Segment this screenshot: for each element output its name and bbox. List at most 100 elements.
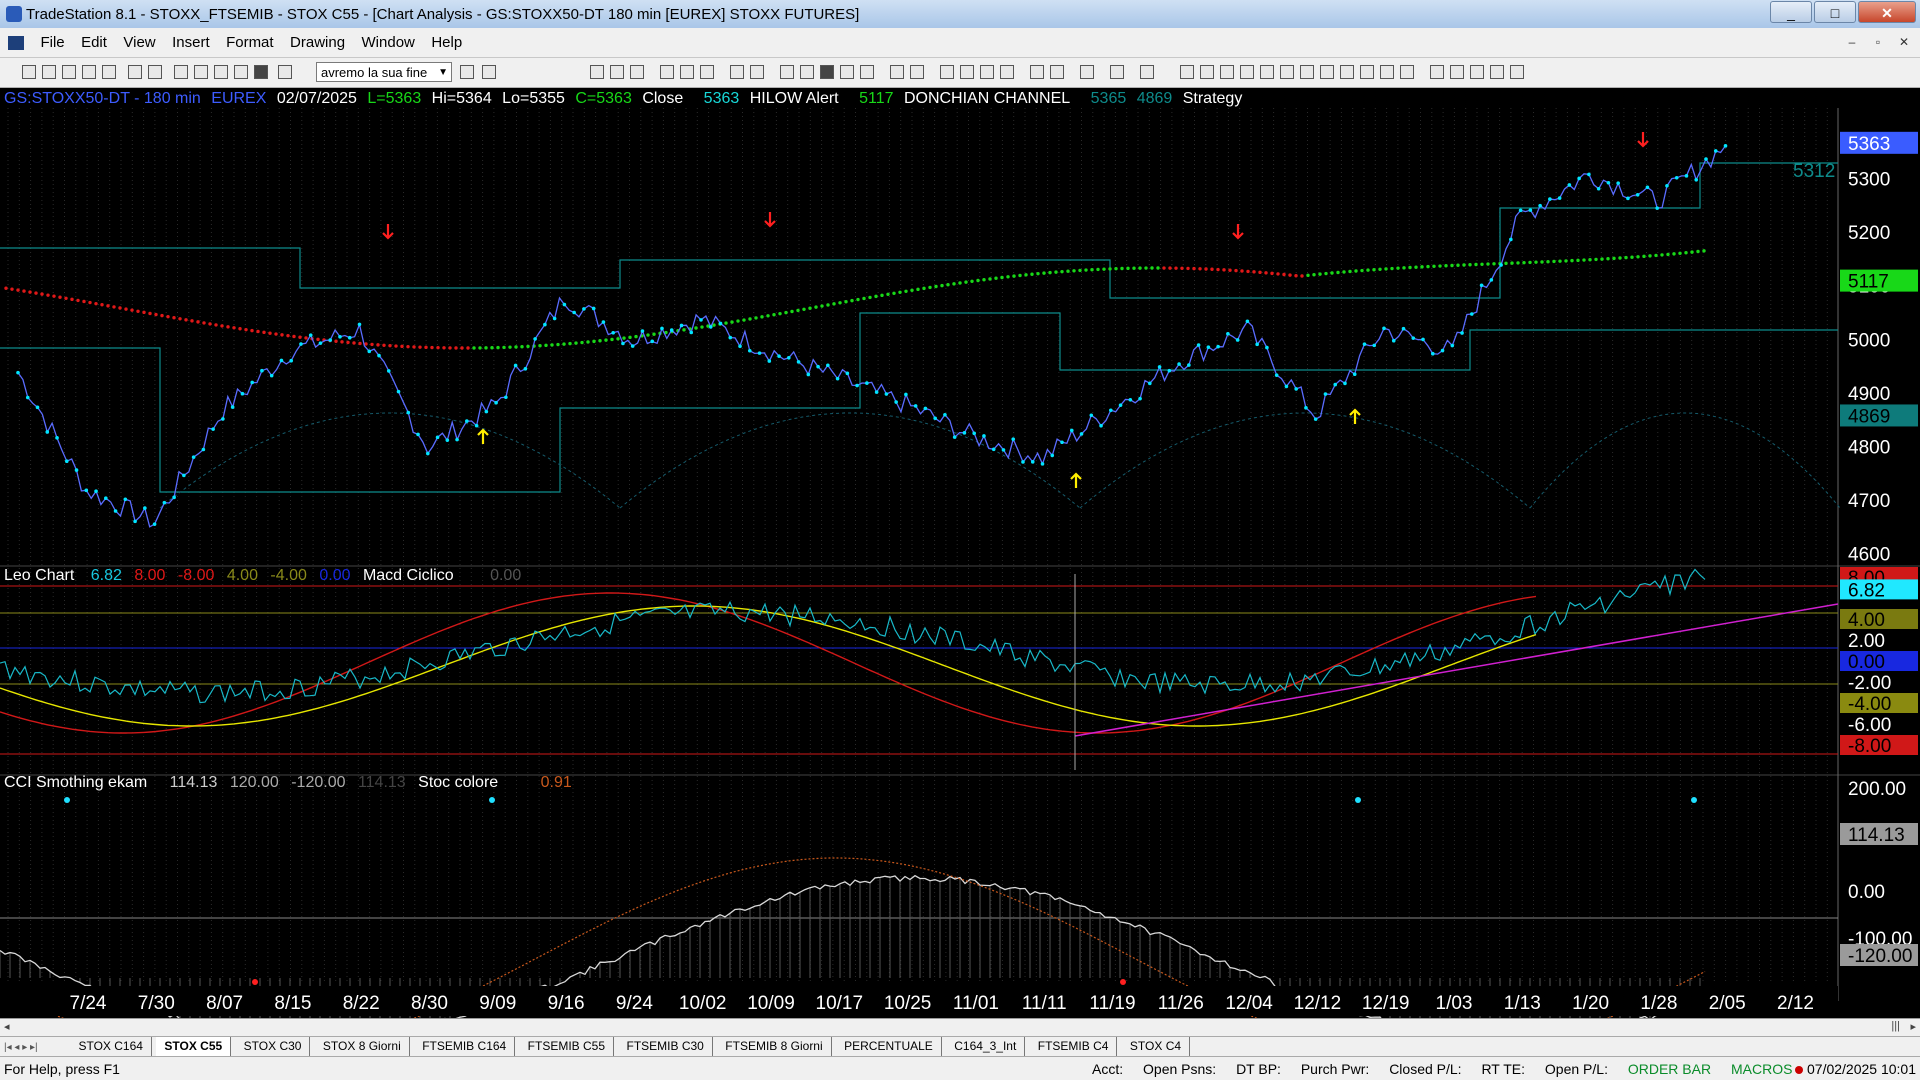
menu-drawing[interactable]: Drawing	[284, 28, 351, 58]
save-icon[interactable]	[62, 65, 76, 79]
price-bar-dot	[45, 430, 50, 434]
scanner-icon[interactable]	[800, 65, 814, 79]
cycle-icon[interactable]	[1380, 65, 1394, 79]
order-icon[interactable]	[860, 65, 874, 79]
arrow-down-icon[interactable]	[1430, 65, 1444, 79]
find-icon[interactable]	[482, 65, 496, 79]
alert-icon[interactable]	[840, 65, 854, 79]
indicator-icon[interactable]	[730, 65, 744, 79]
copy-icon[interactable]	[82, 65, 96, 79]
tools-icon[interactable]	[234, 65, 248, 79]
matrix2-icon[interactable]	[820, 65, 834, 79]
fibonacci-icon[interactable]	[1240, 65, 1254, 79]
moving-average-dot	[1330, 271, 1334, 275]
mdi-restore-button[interactable]: ▫	[1868, 32, 1888, 52]
window2-icon[interactable]	[194, 65, 208, 79]
objects-icon[interactable]	[254, 65, 268, 79]
radar-icon[interactable]	[780, 65, 794, 79]
bar-icon[interactable]	[660, 65, 674, 79]
pointer-icon[interactable]	[1030, 65, 1044, 79]
scroll-left-icon[interactable]	[940, 65, 954, 79]
tab-ftsemib-c164[interactable]: FTSEMIB C164	[414, 1037, 516, 1056]
tab-c164-3-int[interactable]: C164_3_Int	[946, 1037, 1026, 1056]
new-icon[interactable]	[22, 65, 36, 79]
close-button[interactable]: ✕	[1858, 1, 1916, 23]
chart-icon[interactable]	[590, 65, 604, 79]
next-icon[interactable]	[460, 65, 474, 79]
scroll-right-arrow-icon[interactable]: ▸	[1910, 1020, 1916, 1033]
price-bar-dot	[445, 438, 450, 442]
minimize-button[interactable]: _	[1770, 1, 1812, 23]
zoom-out-icon[interactable]	[910, 65, 924, 79]
study-icon[interactable]	[750, 65, 764, 79]
order-bar-indicator[interactable]: ORDER BAR	[1628, 1061, 1711, 1077]
unzoom-icon[interactable]	[1000, 65, 1014, 79]
tab-ftsemib-c30[interactable]: FTSEMIB C30	[618, 1037, 713, 1056]
tab-stox-c164[interactable]: STOX C164	[70, 1037, 152, 1056]
tab-stox-c4[interactable]: STOX C4	[1122, 1037, 1191, 1056]
print-preview-icon[interactable]	[128, 65, 142, 79]
zoom-icon[interactable]	[980, 65, 994, 79]
menu-view[interactable]: View	[117, 28, 161, 58]
open-icon[interactable]	[42, 65, 56, 79]
tab-ftsemib-c55[interactable]: FTSEMIB C55	[520, 1037, 615, 1056]
line-icon[interactable]	[700, 65, 714, 79]
horizontal-line-icon[interactable]	[1200, 65, 1214, 79]
andrews-icon[interactable]	[1280, 65, 1294, 79]
tab-stox-c55[interactable]: STOX C55	[156, 1037, 232, 1056]
scroll-left-arrow-icon[interactable]: ◂	[4, 1020, 10, 1033]
gann-icon[interactable]	[1300, 65, 1314, 79]
menu-window[interactable]: Window	[356, 28, 421, 58]
remove-icon[interactable]	[1140, 65, 1154, 79]
moving-average-dot	[856, 297, 860, 302]
crosshair-icon[interactable]	[1050, 65, 1064, 79]
ellipse-icon[interactable]	[1470, 65, 1484, 79]
wrench-icon[interactable]	[1080, 65, 1094, 79]
mdi-close-button[interactable]: ✕	[1894, 32, 1914, 52]
regression-icon[interactable]	[1340, 65, 1354, 79]
macros-indicator[interactable]: MACROS	[1731, 1061, 1792, 1077]
pencil-icon[interactable]	[1400, 65, 1414, 79]
matrix-icon[interactable]	[630, 65, 644, 79]
window-icon[interactable]	[174, 65, 188, 79]
arrow-up-icon[interactable]	[1450, 65, 1464, 79]
strategy-icon[interactable]	[278, 65, 292, 79]
paste-icon[interactable]	[102, 65, 116, 79]
scroll-thumb-icon[interactable]: |||	[1891, 1020, 1900, 1032]
tab-ftsemib-8-giorni[interactable]: FTSEMIB 8 Giorni	[717, 1037, 832, 1056]
tab-ftsemib-c4[interactable]: FTSEMIB C4	[1030, 1037, 1118, 1056]
menu-help[interactable]: Help	[425, 28, 468, 58]
lock-icon[interactable]	[214, 65, 228, 79]
menu-insert[interactable]: Insert	[166, 28, 216, 58]
tab-stox-8-giorni[interactable]: STOX 8 Giorni	[315, 1037, 410, 1056]
document-icon[interactable]	[8, 35, 24, 50]
lower-price-tag: 4869	[1848, 406, 1890, 427]
menu-edit[interactable]: Edit	[75, 28, 113, 58]
maximize-button[interactable]: □	[1814, 1, 1856, 23]
arc-icon[interactable]	[1360, 65, 1374, 79]
candle-icon[interactable]	[680, 65, 694, 79]
rectangle-icon[interactable]	[1490, 65, 1504, 79]
leo-value-5: -4.00	[270, 567, 307, 584]
menu-format[interactable]: Format	[220, 28, 280, 58]
channel-icon[interactable]	[1260, 65, 1274, 79]
horizontal-scrollbar[interactable]: ◂ ||| ▸	[0, 1018, 1920, 1036]
text-icon[interactable]	[1510, 65, 1524, 79]
speed-icon[interactable]	[1320, 65, 1334, 79]
tab-navigation-icon[interactable]: |◂ ◂ ▸ ▸|	[4, 1042, 66, 1053]
format-icon[interactable]	[1110, 65, 1124, 79]
trendline-icon[interactable]	[1180, 65, 1194, 79]
scroll-right-icon[interactable]	[960, 65, 974, 79]
vertical-line-icon[interactable]	[1220, 65, 1234, 79]
chart-canvas[interactable]: 5300520051005000490048004700460053635117…	[0, 88, 1920, 1018]
chart-analysis-window[interactable]: 5300520051005000490048004700460053635117…	[0, 88, 1920, 1030]
moving-average-dot	[226, 325, 230, 329]
menu-file[interactable]: File	[34, 28, 70, 58]
mdi-minimize-button[interactable]: –	[1842, 32, 1862, 52]
grid-icon[interactable]	[610, 65, 624, 79]
tab-percentuale[interactable]: PERCENTUALE	[836, 1037, 942, 1056]
workspace-dropdown[interactable]: avremo la sua fine ▼	[316, 62, 452, 82]
zoom-in-icon[interactable]	[890, 65, 904, 79]
print-icon[interactable]	[148, 65, 162, 79]
tab-stox-c30[interactable]: STOX C30	[236, 1037, 311, 1056]
